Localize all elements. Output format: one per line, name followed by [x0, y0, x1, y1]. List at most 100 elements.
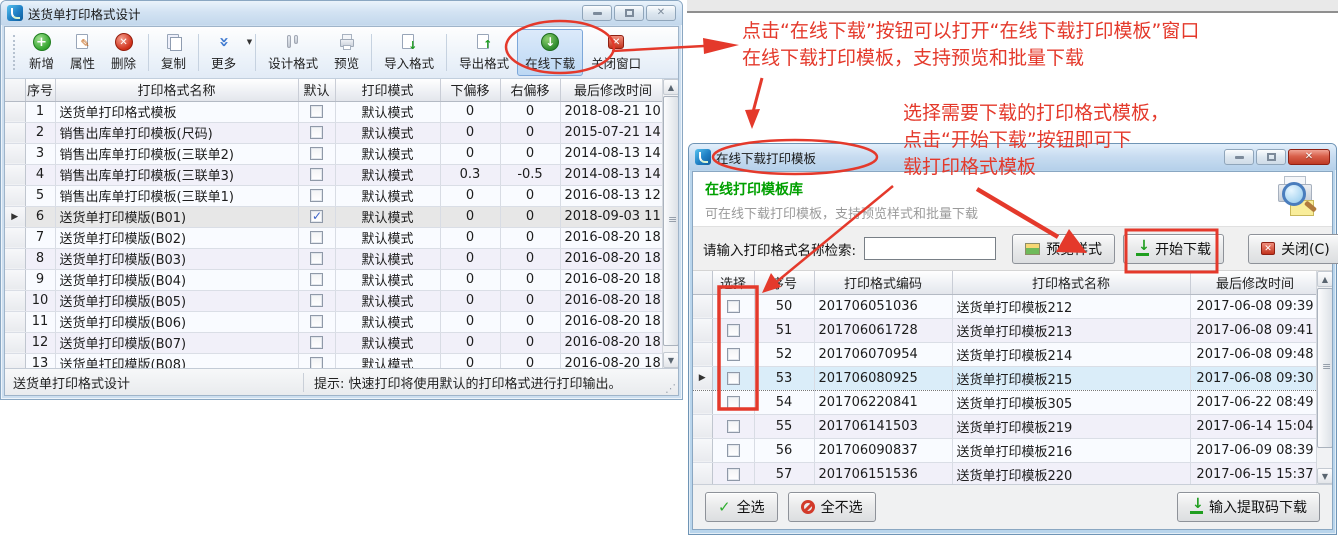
- col-header-right-offset[interactable]: 右偏移: [500, 79, 560, 101]
- table-row[interactable]: 54201706220841送货单打印模板3052017-06-22 08:49: [693, 390, 1320, 414]
- checkbox-unchecked[interactable]: [310, 189, 323, 202]
- scroll-down-icon[interactable]: ▼: [1317, 468, 1332, 484]
- table-row[interactable]: 10送货单打印模版(B05)默认模式002016-08-20 18:22: [5, 290, 666, 311]
- checkbox-unchecked[interactable]: [310, 273, 323, 286]
- checkbox-unchecked[interactable]: [310, 105, 323, 118]
- checkbox-unchecked[interactable]: [727, 420, 740, 433]
- toolbar-button-add[interactable]: + 新增: [21, 29, 62, 76]
- checkbox-unchecked[interactable]: [727, 348, 740, 361]
- down-offset-cell: 0: [440, 353, 500, 368]
- col-header-code[interactable]: 打印格式编码: [814, 271, 952, 294]
- checkbox-unchecked[interactable]: [310, 336, 323, 349]
- scrollbar-thumb[interactable]: [1317, 288, 1332, 448]
- select-all-button[interactable]: ✓ 全选: [705, 492, 778, 522]
- design-window-titlebar[interactable]: 送货单打印格式设计 ✕: [1, 1, 682, 25]
- close-button[interactable]: ✕: [646, 5, 676, 21]
- toolbar-button-copy[interactable]: 复制: [153, 29, 194, 76]
- close-dialog-button[interactable]: ✕ 关闭(C): [1248, 234, 1338, 264]
- checkbox-unchecked[interactable]: [310, 168, 323, 181]
- seq-cell: 50: [754, 294, 814, 318]
- col-header-modified[interactable]: 最后修改时间: [1190, 271, 1320, 294]
- select-none-button[interactable]: 全不选: [788, 492, 876, 522]
- scroll-up-icon[interactable]: ▲: [1317, 271, 1332, 287]
- table-row[interactable]: 8送货单打印模版(B03)默认模式002016-08-20 18:21: [5, 248, 666, 269]
- checkbox-unchecked[interactable]: [310, 147, 323, 160]
- table-row[interactable]: 1送货单打印格式模板默认模式002018-08-21 10:25: [5, 101, 666, 122]
- col-header-down-offset[interactable]: 下偏移: [440, 79, 500, 101]
- download-table-scrollbar[interactable]: ▲ ▼: [1316, 271, 1332, 484]
- format-name-cell: 送货单打印模板219: [952, 414, 1190, 438]
- table-row[interactable]: 7送货单打印模版(B02)默认模式002016-08-20 18:21: [5, 227, 666, 248]
- down-offset-cell: 0: [440, 206, 500, 227]
- checkbox-checked[interactable]: [310, 210, 323, 223]
- scrollbar-thumb[interactable]: [663, 96, 678, 346]
- table-row[interactable]: 9送货单打印模版(B04)默认模式002016-08-20 18:21: [5, 269, 666, 290]
- table-row[interactable]: 5销售出库单打印模板(三联单1)默认模式002016-08-13 12:02: [5, 185, 666, 206]
- preview-style-button[interactable]: 预览样式: [1012, 234, 1115, 264]
- status-left-text: 送货单打印格式设计: [5, 373, 303, 392]
- row-indicator-cell: [5, 269, 25, 290]
- modified-time-cell: 2016-08-20 18:22: [560, 353, 666, 368]
- table-row[interactable]: 56201706090837送货单打印模板2162017-06-09 08:39: [693, 438, 1320, 462]
- minimize-button[interactable]: [1224, 149, 1254, 165]
- toolbar-button-preview[interactable]: 预览: [326, 29, 367, 76]
- maximize-button[interactable]: [614, 5, 644, 21]
- search-input[interactable]: [864, 237, 996, 260]
- toolbar-button-import[interactable]: ↓ 导入格式: [376, 29, 442, 76]
- toolbar-button-more[interactable]: » ▼ 更多: [203, 29, 251, 76]
- table-row[interactable]: ▶53201706080925送货单打印模板2152017-06-08 09:3…: [693, 366, 1320, 390]
- maximize-button[interactable]: [1256, 149, 1286, 165]
- table-row[interactable]: 51201706061728送货单打印模板2132017-06-08 09:41: [693, 318, 1320, 342]
- table-row[interactable]: 55201706141503送货单打印模板2192017-06-14 15:04: [693, 414, 1320, 438]
- toolbar-button-online-download[interactable]: ↓ 在线下载: [517, 29, 583, 76]
- print-mode-cell: 默认模式: [335, 311, 440, 332]
- table-row[interactable]: 3销售出库单打印模板(三联单2)默认模式002014-08-13 14:12: [5, 143, 666, 164]
- scroll-up-icon[interactable]: ▲: [663, 79, 678, 95]
- checkbox-unchecked[interactable]: [310, 357, 323, 368]
- checkbox-unchecked[interactable]: [310, 126, 323, 139]
- checkbox-unchecked[interactable]: [727, 300, 740, 313]
- annotation-note2: 选择需要下载的打印格式模板， 点击“开始下载”按钮即可下 载打印格式模板: [903, 100, 1169, 181]
- checkbox-unchecked[interactable]: [310, 294, 323, 307]
- toolbar-button-close-window[interactable]: ✕ 关闭窗口: [583, 29, 649, 76]
- toolbar-button-delete[interactable]: ✕ 删除: [103, 29, 144, 76]
- col-header-default[interactable]: 默认: [298, 79, 335, 101]
- default-checkbox-cell: [298, 353, 335, 368]
- checkbox-unchecked[interactable]: [727, 468, 740, 481]
- minimize-button[interactable]: [582, 5, 612, 21]
- checkbox-unchecked[interactable]: [727, 444, 740, 457]
- table-row[interactable]: 13送货单打印模版(B08)默认模式002016-08-20 18:22: [5, 353, 666, 368]
- checkbox-unchecked[interactable]: [310, 315, 323, 328]
- col-header-name[interactable]: 打印格式名称: [952, 271, 1190, 294]
- resize-grip[interactable]: [664, 369, 678, 395]
- close-button[interactable]: ✕: [1288, 149, 1330, 165]
- table-row[interactable]: 52201706070954送货单打印模板2142017-06-08 09:48: [693, 342, 1320, 366]
- toolbar-button-design-format[interactable]: 设计格式: [260, 29, 326, 76]
- start-download-button[interactable]: 开始下载: [1123, 234, 1224, 264]
- col-header-select[interactable]: 选择: [712, 271, 754, 294]
- toolbar-button-properties[interactable]: ✎ 属性: [62, 29, 103, 76]
- design-table-scrollbar[interactable]: ▲ ▼: [662, 79, 678, 368]
- checkbox-unchecked[interactable]: [310, 231, 323, 244]
- extract-code-download-button[interactable]: 输入提取码下载: [1177, 492, 1320, 522]
- checkbox-unchecked[interactable]: [310, 252, 323, 265]
- checkbox-unchecked[interactable]: [727, 396, 740, 409]
- table-row[interactable]: 12送货单打印模版(B07)默认模式002016-08-20 18:22: [5, 332, 666, 353]
- table-row[interactable]: 57201706151536送货单打印模板2202017-06-15 15:37: [693, 462, 1320, 484]
- table-row[interactable]: 11送货单打印模版(B06)默认模式002016-08-20 18:22: [5, 311, 666, 332]
- modified-time-cell: 2016-08-20 18:21: [560, 227, 666, 248]
- col-header-name[interactable]: 打印格式名称: [55, 79, 298, 101]
- table-row[interactable]: 50201706051036送货单打印模板2122017-06-08 09:39: [693, 294, 1320, 318]
- toolbar-button-export[interactable]: ↑ 导出格式: [451, 29, 517, 76]
- table-row[interactable]: 2销售出库单打印模板(尺码)默认模式002015-07-21 14:39: [5, 122, 666, 143]
- scroll-down-icon[interactable]: ▼: [663, 352, 678, 368]
- table-row[interactable]: 4销售出库单打印模板(三联单3)默认模式0.3-0.52014-08-13 14…: [5, 164, 666, 185]
- col-header-modified[interactable]: 最后修改时间: [560, 79, 666, 101]
- checkbox-unchecked[interactable]: [727, 324, 740, 337]
- col-header-mode[interactable]: 打印模式: [335, 79, 440, 101]
- col-header-seq[interactable]: 序号: [25, 79, 55, 101]
- table-row[interactable]: ▶6送货单打印模版(B01)默认模式002018-09-03 11:53: [5, 206, 666, 227]
- search-row: 请输入打印格式名称检索: 预览样式 开始下载 ✕ 关闭(C): [693, 227, 1332, 271]
- checkbox-unchecked[interactable]: [727, 372, 740, 385]
- col-header-seq[interactable]: 序号: [754, 271, 814, 294]
